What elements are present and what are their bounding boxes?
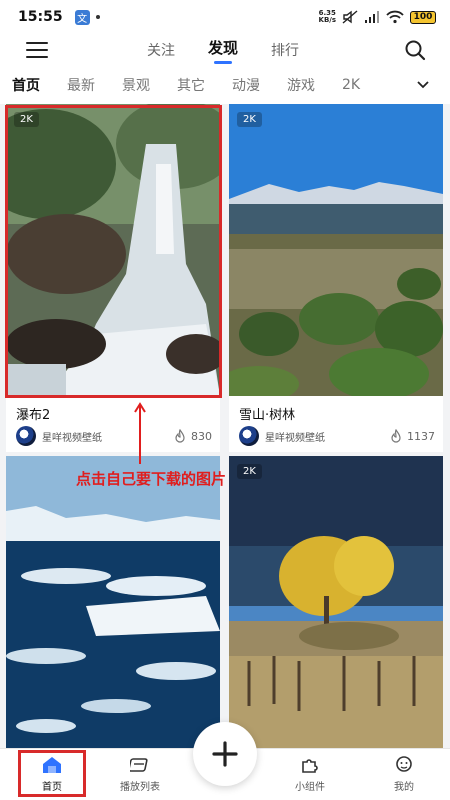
wallpaper-thumbnail[interactable]: 2K	[229, 104, 443, 396]
profile-icon	[396, 756, 412, 772]
flame-icon	[175, 429, 185, 443]
card-title: 瀑布2	[16, 408, 51, 423]
nav-widgets[interactable]: 小组件	[270, 755, 350, 793]
tab-ranking[interactable]: 排行	[254, 34, 316, 66]
menu-icon[interactable]	[26, 42, 48, 58]
highlight-box-home	[18, 750, 86, 797]
wallpaper-card-icebergs[interactable]	[6, 456, 220, 748]
category-2k[interactable]: 2K	[342, 77, 360, 93]
author-name: 星咩视频壁纸	[42, 432, 102, 444]
wifi-icon	[386, 10, 404, 24]
like-count[interactable]: 1137	[389, 429, 435, 443]
category-landscape[interactable]: 景观	[122, 75, 150, 95]
status-time: 15:55	[18, 9, 63, 25]
nav-profile[interactable]: 我的	[364, 755, 444, 793]
wallpaper-thumbnail[interactable]	[6, 456, 220, 748]
add-button[interactable]	[193, 722, 257, 786]
category-home[interactable]: 首页	[12, 75, 40, 95]
tab-following-label: 关注	[147, 43, 175, 59]
nav-profile-label: 我的	[394, 782, 414, 793]
nav-widgets-label: 小组件	[295, 782, 325, 793]
wallpaper-card-waterfall[interactable]: 2K 瀑布2 星咩视频壁纸 830	[6, 104, 220, 452]
status-bar: 15:55 文 6.35 KB/s 100	[0, 0, 450, 34]
golden-tree-image	[229, 456, 443, 748]
top-nav: 关注 发现 排行	[0, 34, 450, 66]
nav-playlist-label: 播放列表	[120, 782, 160, 793]
playlist-icon	[130, 758, 148, 772]
card-title: 雪山·树林	[239, 408, 296, 423]
network-speed-unit: KB/s	[318, 16, 336, 24]
top-tabs: 关注 发现 排行	[130, 34, 316, 66]
avatar[interactable]	[16, 426, 36, 446]
waterfall-image	[6, 104, 220, 396]
translate-app-icon: 文	[74, 9, 90, 25]
nav-playlist[interactable]: 播放列表	[100, 755, 180, 793]
signal-icon	[365, 11, 379, 23]
tab-discover[interactable]: 发现	[192, 34, 254, 66]
chevron-down-icon[interactable]	[416, 78, 430, 92]
resolution-badge: 2K	[237, 112, 262, 127]
search-icon[interactable]	[404, 39, 426, 61]
status-right: 6.35 KB/s 100	[319, 10, 436, 24]
category-latest[interactable]: 最新	[67, 75, 95, 95]
resolution-badge: 2K	[14, 112, 39, 127]
avatar[interactable]	[239, 426, 259, 446]
tab-ranking-label: 排行	[271, 43, 299, 59]
author-name: 星咩视频壁纸	[265, 432, 325, 444]
app-screen: 15:55 文 6.35 KB/s 100 关注 发现 排行 首页 最新 景观 …	[0, 0, 450, 800]
tab-active-indicator	[214, 60, 232, 64]
wallpaper-thumbnail[interactable]: 2K	[229, 456, 443, 748]
like-count-value: 830	[191, 429, 212, 443]
category-anime[interactable]: 动漫	[232, 75, 260, 95]
wallpaper-card-golden-tree[interactable]: 2K	[229, 456, 443, 748]
like-count-value: 1137	[407, 429, 435, 443]
category-games[interactable]: 游戏	[287, 75, 315, 95]
mute-icon	[342, 10, 358, 24]
puzzle-icon	[302, 759, 318, 773]
wallpaper-card-snow-mountain[interactable]: 2K 雪山·树林 星咩视频壁纸 1137	[229, 104, 443, 452]
battery-indicator: 100	[410, 10, 436, 24]
wallpaper-thumbnail[interactable]: 2K	[6, 104, 220, 396]
tab-discover-label: 发现	[207, 38, 238, 57]
category-other[interactable]: 其它	[177, 75, 205, 95]
plus-icon	[212, 741, 238, 767]
network-speed: 6.35 KB/s	[319, 10, 336, 24]
like-count[interactable]: 830	[173, 429, 212, 443]
snow-mountain-image	[229, 104, 443, 396]
flame-icon	[391, 429, 401, 443]
category-tabs: 首页 最新 景观 其它 动漫 游戏 2K	[0, 66, 450, 104]
tab-following[interactable]: 关注	[130, 34, 192, 66]
card-author[interactable]: 星咩视频壁纸	[16, 426, 102, 446]
notification-dot-icon	[95, 15, 100, 19]
annotation-arrow-icon	[134, 402, 146, 464]
annotation-text: 点击自己要下载的图片	[75, 470, 226, 488]
card-author[interactable]: 星咩视频壁纸	[239, 426, 325, 446]
iceberg-image	[6, 456, 220, 748]
